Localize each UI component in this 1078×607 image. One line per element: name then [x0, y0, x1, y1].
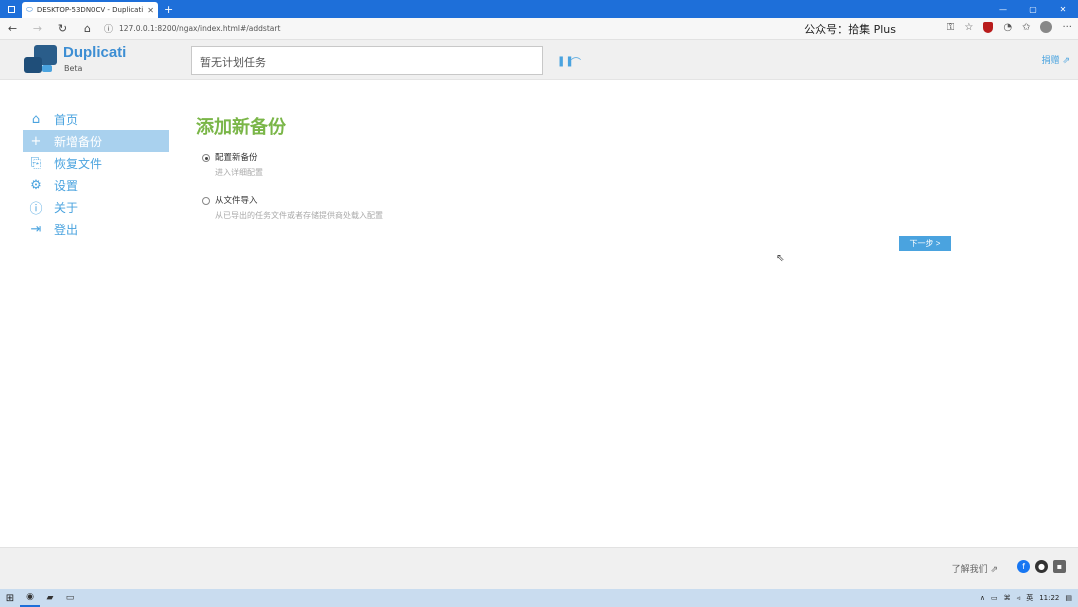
duplicati-logo-icon[interactable] — [24, 45, 58, 75]
extension-icon[interactable]: ◔ — [1003, 22, 1012, 33]
favorites-icon[interactable]: ✩ — [1022, 22, 1030, 33]
learn-more-label: 了解我们 — [951, 565, 988, 575]
more-menu-icon[interactable]: ··· — [1062, 22, 1072, 33]
sidebar-item-add-backup[interactable]: + 新增备份 — [23, 130, 169, 152]
main-content: 添加新备份 配置新备份 进入详细配置 从文件导入 从已导出的任务文件或者存储提供… — [196, 113, 956, 237]
donate-label: 捐赠 — [1041, 56, 1060, 66]
page-title: 添加新备份 — [196, 117, 286, 138]
tray-chevron-icon[interactable]: ∧ — [980, 594, 985, 602]
new-tab-icon[interactable]: + — [164, 3, 173, 16]
sidebar-item-home[interactable]: ⌂ 首页 — [23, 108, 169, 130]
home-browser-icon[interactable]: ⌂ — [75, 22, 100, 35]
restore-icon: ⎘ — [30, 155, 42, 171]
status-box: 暂无计划任务 — [191, 46, 543, 75]
site-info-icon[interactable]: ⓘ — [104, 22, 113, 35]
plus-icon: + — [30, 133, 42, 149]
sidebar-item-settings[interactable]: ⚙ 设置 — [23, 174, 169, 196]
window-controls: — ▢ ✕ — [988, 5, 1078, 14]
social-links: f ● ▪ — [1017, 560, 1066, 573]
tab-title: DESKTOP-53DN0CV - Duplicati — [36, 6, 144, 14]
option-configure-new[interactable]: 配置新备份 进入详细配置 — [196, 151, 956, 188]
ime-indicator[interactable]: 英 — [1026, 593, 1033, 603]
minimize-icon[interactable]: — — [988, 5, 1018, 14]
refresh-icon[interactable]: ↻ — [50, 22, 75, 35]
clock[interactable]: 11:22 — [1039, 594, 1059, 602]
option-label: 从文件导入 — [215, 196, 258, 206]
duplicati-favicon-icon: ⬭ — [26, 5, 33, 14]
close-window-icon[interactable]: ✕ — [1048, 5, 1078, 14]
external-link-icon: ⇗ — [1062, 56, 1070, 66]
mouse-cursor-icon: ⇖ — [776, 253, 785, 264]
sidebar-item-logout[interactable]: ⇥ 登出 — [23, 218, 169, 240]
notification-icon[interactable]: ▤ — [1065, 594, 1072, 602]
gear-icon: ⚙ — [30, 177, 42, 193]
sidebar-item-label: 恢复文件 — [54, 156, 103, 171]
system-tray: ∧ ▭ ⌘ ◃ 英 11:22 ▤ — [980, 593, 1078, 603]
sidebar-item-label: 新增备份 — [54, 134, 103, 149]
windows-start-icon[interactable]: ⊞ — [0, 593, 20, 604]
option-label: 配置新备份 — [215, 153, 258, 163]
profile-avatar-icon[interactable] — [1040, 21, 1053, 33]
forward-icon[interactable]: → — [25, 22, 50, 35]
footer: 了解我们 ⇗ f ● ▪ — [0, 547, 1078, 589]
sidebar-item-label: 登出 — [54, 222, 79, 237]
option-description: 进入详细配置 — [215, 168, 263, 177]
app-header: Duplicati Beta 暂无计划任务 ❚❚ ⌒ 捐赠 ⇗ — [0, 40, 1078, 80]
maximize-icon[interactable]: ▢ — [1018, 5, 1048, 14]
window-menu-icon[interactable] — [0, 0, 22, 18]
logout-icon: ⇥ — [30, 221, 42, 237]
home-icon: ⌂ — [31, 111, 41, 127]
brand-beta-label: Beta — [64, 64, 83, 73]
radio-configure-new[interactable] — [202, 154, 210, 162]
address-bar: ← → ↻ ⌂ ⓘ 127.0.0.1:8200/ngax/index.html… — [0, 18, 1078, 40]
forum-icon[interactable]: ▪ — [1053, 560, 1066, 573]
sidebar-item-about[interactable]: ⓘ 关于 — [23, 196, 169, 218]
edge-taskbar-icon[interactable]: ◉ — [20, 589, 40, 607]
brand-name[interactable]: Duplicati — [63, 44, 126, 61]
wechat-overlay-text: 公众号：拾集 Plus — [804, 23, 896, 36]
option-description: 从已导出的任务文件或者存储提供商处载入配置 — [215, 211, 383, 220]
option-import-file[interactable]: 从文件导入 从已导出的任务文件或者存储提供商处载入配置 — [196, 194, 956, 231]
file-explorer-taskbar-icon[interactable]: ▰ — [40, 589, 60, 607]
back-icon[interactable]: ← — [0, 22, 25, 35]
sidebar-nav: ⌂ 首页 + 新增备份 ⎘ 恢复文件 ⚙ 设置 ⓘ 关于 ⇥ 登出 — [23, 108, 169, 240]
donate-link[interactable]: 捐赠 ⇗ — [1042, 53, 1070, 66]
network-icon[interactable]: ▭ — [991, 594, 998, 602]
shield-extension-icon[interactable] — [983, 21, 994, 33]
info-icon: ⓘ — [29, 201, 43, 217]
facebook-icon[interactable]: f — [1017, 560, 1030, 573]
next-button[interactable]: 下一步 > — [899, 236, 951, 251]
github-icon[interactable]: ● — [1035, 560, 1048, 573]
sidebar-item-restore[interactable]: ⎘ 恢复文件 — [23, 152, 169, 174]
throttle-icon[interactable]: ⌒ — [571, 54, 581, 69]
browser-tab[interactable]: ⬭ DESKTOP-53DN0CV - Duplicati ✕ — [22, 2, 158, 18]
volume-icon[interactable]: ◃ — [1017, 594, 1021, 602]
key-icon[interactable]: ⚿ — [947, 22, 955, 33]
tray-app-icon[interactable]: ⌘ — [1004, 594, 1011, 602]
tab-close-icon[interactable]: ✕ — [147, 6, 154, 15]
windows-taskbar: ⊞ ◉ ▰ ▭ ∧ ▭ ⌘ ◃ 英 11:22 ▤ — [0, 589, 1078, 607]
external-link-icon: ⇗ — [990, 565, 998, 575]
radio-import-file[interactable] — [202, 197, 210, 205]
sidebar-item-label: 关于 — [54, 200, 79, 215]
sidebar-item-label: 设置 — [54, 178, 79, 193]
favorite-star-icon[interactable]: ☆ — [964, 22, 973, 33]
browser-titlebar: ⬭ DESKTOP-53DN0CV - Duplicati ✕ + — ▢ ✕ — [0, 0, 1078, 18]
browser-toolbar: ⚿ ☆ ◔ ✩ ··· — [947, 21, 1072, 33]
url-field[interactable]: 127.0.0.1:8200/ngax/index.html#/addstart — [119, 24, 280, 33]
desktop-taskbar-icon[interactable]: ▭ — [60, 589, 80, 607]
learn-more-link[interactable]: 了解我们 ⇗ — [952, 562, 998, 575]
sidebar-item-label: 首页 — [54, 112, 79, 127]
